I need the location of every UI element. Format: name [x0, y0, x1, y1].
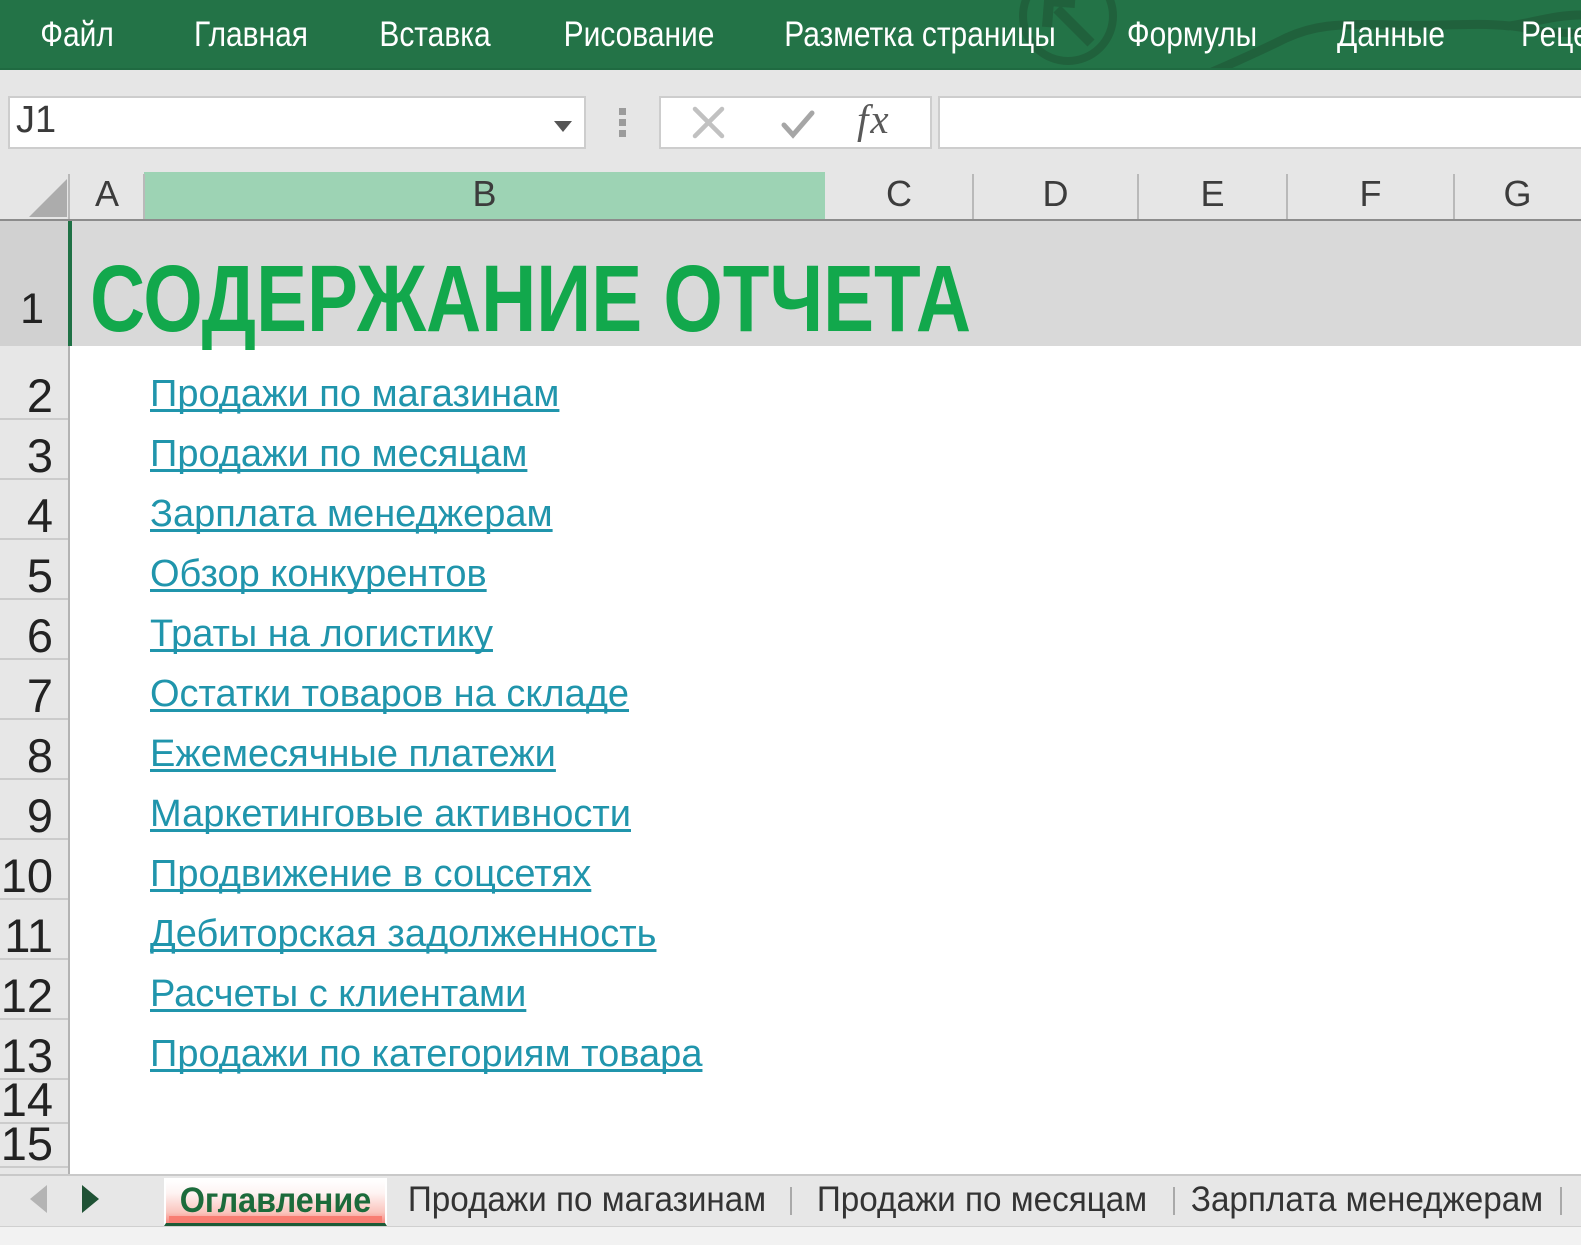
svg-text:fx: fx — [857, 98, 891, 142]
